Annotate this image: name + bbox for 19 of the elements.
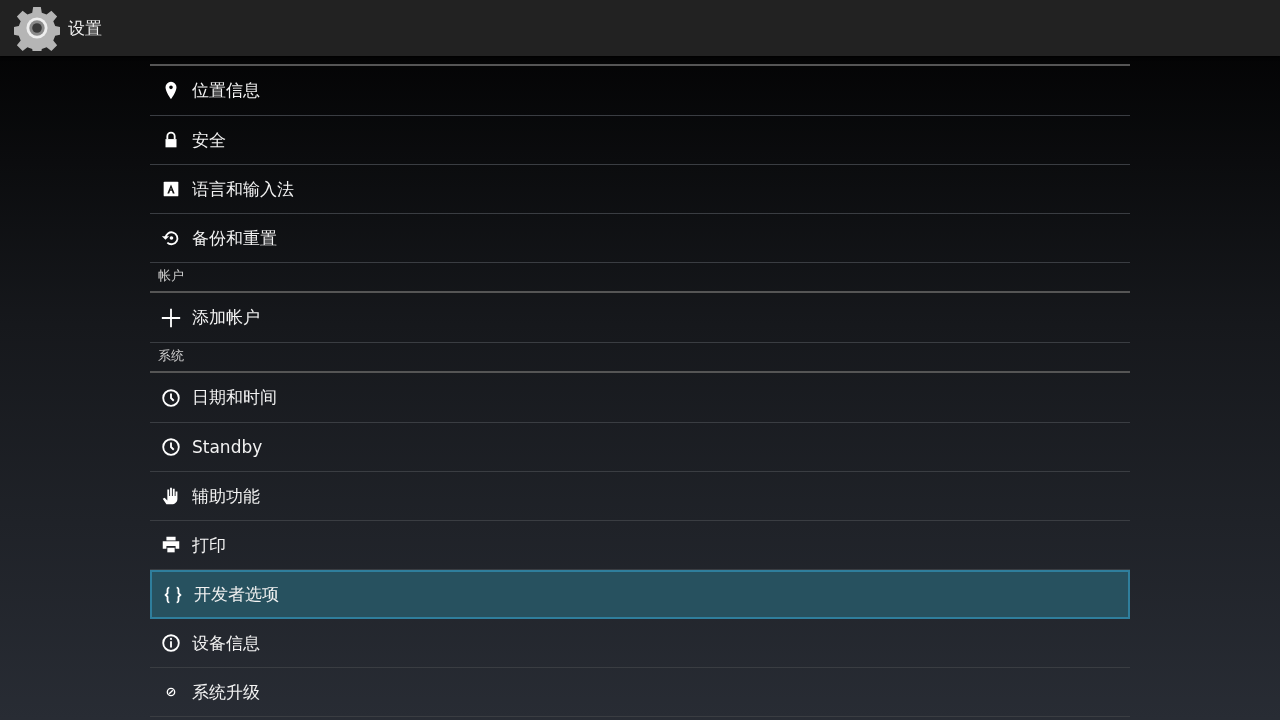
clock-icon	[160, 386, 182, 409]
plus-icon	[160, 306, 182, 329]
settings-item[interactable]: 位置信息	[150, 66, 1130, 116]
settings-icon	[14, 5, 60, 51]
settings-item[interactable]: 系统升级	[150, 668, 1130, 717]
settings-item[interactable]: 开发者选项	[150, 570, 1130, 619]
settings-item[interactable]: 添加帐户	[150, 293, 1130, 343]
settings-item[interactable]: Standby	[150, 423, 1130, 472]
settings-item[interactable]: 备份和重置	[150, 214, 1130, 263]
settings-item[interactable]: 安全	[150, 116, 1130, 165]
info-icon	[160, 632, 182, 654]
app-title: 设置	[68, 16, 102, 40]
clock-icon	[160, 436, 182, 458]
settings-item[interactable]: 设备信息	[150, 619, 1130, 668]
settings-item[interactable]: 语言和输入法	[150, 165, 1130, 214]
settings-item[interactable]: 辅助功能	[150, 472, 1130, 521]
section-header: 帐户	[158, 267, 184, 285]
settings-item[interactable]: 日期和时间	[150, 373, 1130, 423]
section-header: 系统	[158, 347, 184, 365]
